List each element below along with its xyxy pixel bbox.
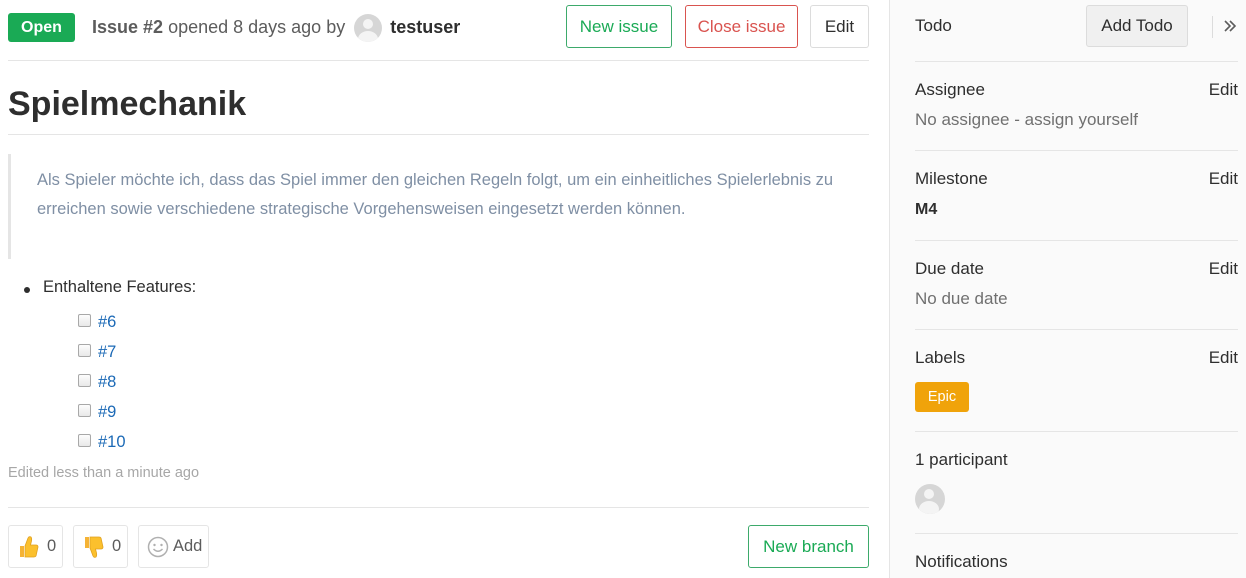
task-link[interactable]: #6	[98, 313, 116, 332]
participant-avatar[interactable]	[915, 484, 945, 514]
due-date-value: No due date	[915, 289, 1008, 308]
task-checkbox[interactable]	[78, 403, 91, 417]
thumbs-up-button[interactable]: 0	[8, 525, 63, 568]
milestone-title: Milestone	[915, 169, 988, 188]
issue-main: Open Issue #2 opened 8 days ago by testu…	[0, 0, 890, 578]
close-issue-button[interactable]: Close issue	[685, 5, 798, 48]
new-issue-button[interactable]: New issue	[566, 5, 672, 48]
bullet-icon	[24, 287, 30, 293]
edit-issue-button[interactable]: Edit	[810, 5, 869, 48]
labels-edit-link[interactable]: Edit	[1209, 348, 1238, 368]
task-item: #7	[78, 341, 116, 363]
task-item: #9	[78, 401, 116, 423]
thumbs-up-count: 0	[47, 537, 57, 555]
task-link[interactable]: #9	[98, 403, 116, 422]
issue-title: Spielmechanik	[8, 80, 869, 135]
label-epic[interactable]: Epic	[915, 382, 969, 412]
edited-note: Edited less than a minute ago	[8, 465, 200, 481]
participants-title: 1 participant	[915, 450, 1008, 469]
task-link[interactable]: #7	[98, 343, 116, 362]
task-checkbox[interactable]	[78, 433, 91, 447]
features-label: Enthaltene Features:	[43, 278, 197, 296]
sidebar-due-date: Due date Edit No due date	[915, 241, 1238, 330]
divider	[1212, 16, 1213, 38]
due-date-edit-link[interactable]: Edit	[1209, 259, 1238, 279]
labels-title: Labels	[915, 348, 966, 367]
task-link[interactable]: #10	[98, 433, 126, 452]
thumbs-up-icon	[20, 535, 39, 557]
add-award-label: Add	[173, 537, 203, 555]
sidebar-participants: 1 participant	[915, 432, 1238, 534]
sidebar-notifications: Notifications	[915, 534, 1238, 578]
sidebar-labels: Labels Edit Epic	[915, 330, 1238, 432]
collapse-sidebar-icon[interactable]	[1222, 17, 1238, 35]
task-item: #10	[78, 431, 126, 453]
author-name[interactable]: testuser	[390, 13, 460, 42]
sidebar-todo: Todo Add Todo	[915, 0, 1238, 62]
new-branch-button[interactable]: New branch	[748, 525, 869, 568]
sidebar-milestone: Milestone Edit M4	[915, 151, 1238, 241]
assignee-title: Assignee	[915, 80, 985, 99]
issue-description: Als Spieler möchte ich, dass das Spiel i…	[8, 154, 838, 259]
assignee-value[interactable]: No assignee - assign yourself	[915, 110, 1138, 130]
add-award-button[interactable]: Add	[138, 525, 209, 568]
issue-opened-text: opened 8 days ago by	[168, 17, 346, 37]
milestone-edit-link[interactable]: Edit	[1209, 169, 1238, 189]
smiley-icon	[147, 536, 169, 557]
status-badge: Open	[8, 13, 75, 42]
task-checkbox[interactable]	[78, 313, 91, 327]
assignee-edit-link[interactable]: Edit	[1209, 80, 1238, 100]
task-checkbox[interactable]	[78, 343, 91, 357]
author-avatar[interactable]	[354, 13, 383, 42]
issue-sidebar: Todo Add Todo Assignee Edit No assignee …	[889, 0, 1246, 578]
divider	[8, 507, 869, 508]
thumbs-down-count: 0	[112, 537, 122, 555]
notifications-title: Notifications	[915, 552, 1008, 571]
issue-header: Open Issue #2 opened 8 days ago by testu…	[8, 5, 869, 61]
issue-meta: Issue #2 opened 8 days ago by testuser	[92, 13, 460, 42]
task-checkbox[interactable]	[78, 373, 91, 387]
task-item: #6	[78, 311, 116, 333]
thumbs-down-button[interactable]: 0	[73, 525, 128, 568]
add-todo-button[interactable]: Add Todo	[1086, 5, 1188, 47]
milestone-value[interactable]: M4	[915, 201, 937, 219]
due-date-title: Due date	[915, 259, 984, 278]
task-link[interactable]: #8	[98, 373, 116, 392]
todo-title: Todo	[915, 16, 952, 35]
issue-number: Issue #2	[92, 17, 164, 37]
thumbs-down-icon	[85, 536, 104, 558]
task-item: #8	[78, 371, 116, 393]
sidebar-assignee: Assignee Edit No assignee - assign yours…	[915, 62, 1238, 151]
